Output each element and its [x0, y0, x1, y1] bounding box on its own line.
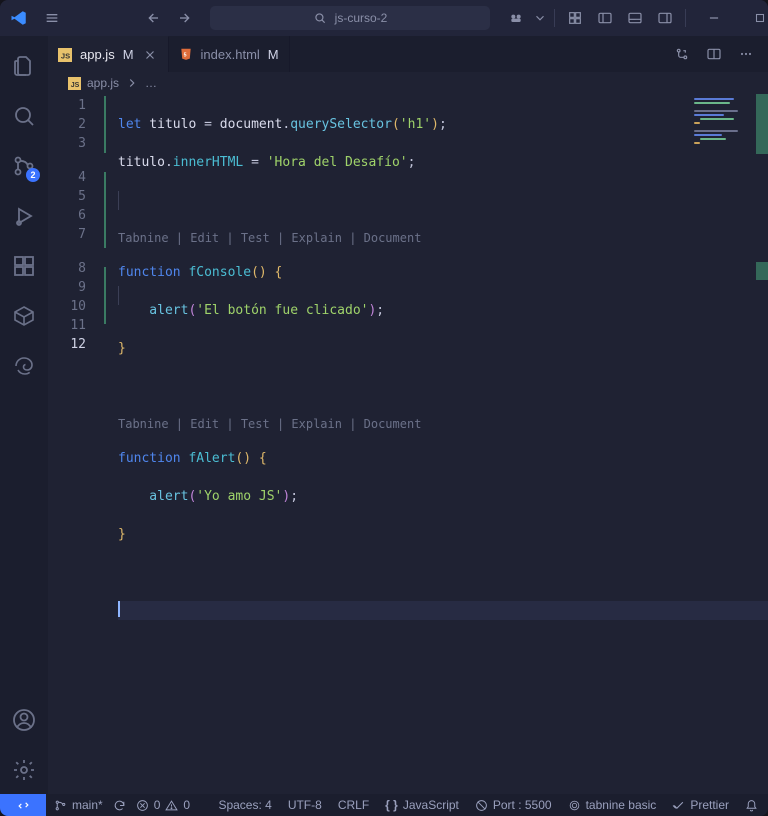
svg-text:5: 5: [183, 52, 186, 58]
html-file-icon: 5: [179, 47, 193, 61]
extensions-icon[interactable]: [0, 242, 48, 290]
activity-bar: 2: [0, 36, 48, 794]
titlebar-right: [502, 0, 768, 36]
search-panel-icon[interactable]: [0, 92, 48, 140]
codelens[interactable]: Tabnine | Edit | Test | Explain | Docume…: [118, 229, 768, 244]
tab-app-js[interactable]: JS app.js M: [48, 36, 169, 72]
tab-label: app.js: [80, 47, 115, 62]
chevron-right-icon: [125, 76, 139, 90]
encoding-status[interactable]: UTF-8: [280, 794, 330, 816]
tab-modified-indicator: M: [268, 47, 279, 62]
branch-name: main*: [72, 798, 103, 812]
account-icon[interactable]: [0, 696, 48, 744]
tab-index-html[interactable]: 5 index.html M: [169, 36, 290, 72]
tab-close-icon[interactable]: [142, 47, 158, 63]
chevron-down-icon[interactable]: [532, 4, 548, 32]
codelens[interactable]: Tabnine | Edit | Test | Explain | Docume…: [118, 415, 768, 430]
window-minimize-button[interactable]: [692, 0, 736, 36]
problems-indicator[interactable]: 0 0: [128, 794, 198, 816]
settings-gear-icon[interactable]: [0, 746, 48, 794]
nav-forward-button[interactable]: [170, 4, 198, 32]
prettier-status[interactable]: Prettier: [664, 794, 737, 816]
code-content[interactable]: let titulo = document.querySelector('h1'…: [104, 94, 768, 794]
svg-text:JS: JS: [71, 81, 80, 88]
source-control-icon[interactable]: 2: [0, 142, 48, 190]
text-cursor: [118, 601, 120, 617]
minimap[interactable]: [689, 96, 754, 236]
split-editor-icon[interactable]: [700, 40, 728, 68]
breadcrumb-file: app.js: [87, 76, 119, 90]
live-server-port[interactable]: Port : 5500: [467, 794, 560, 816]
language-status[interactable]: { }JavaScript: [377, 794, 467, 816]
command-center[interactable]: js-curso-2: [210, 6, 490, 30]
indentation-status[interactable]: Spaces: 4: [210, 794, 279, 816]
panel-bottom-icon[interactable]: [621, 4, 649, 32]
explorer-icon[interactable]: [0, 42, 48, 90]
titlebar-left: [0, 6, 66, 30]
editor[interactable]: 1 2 3 4 5 6 7 8 9 10 11 12: [48, 94, 768, 794]
notifications-icon[interactable]: [737, 794, 768, 816]
separator: [685, 9, 686, 27]
tab-bar: JS app.js M 5 index.html M: [48, 36, 768, 72]
separator: [554, 9, 555, 27]
edge-icon[interactable]: [0, 342, 48, 390]
scm-badge: 2: [26, 168, 40, 182]
js-file-icon: JS: [58, 48, 72, 62]
tabnine-status[interactable]: tabnine basic: [560, 794, 665, 816]
compare-changes-icon[interactable]: [668, 40, 696, 68]
more-actions-icon[interactable]: [732, 40, 760, 68]
eol-status[interactable]: CRLF: [330, 794, 377, 816]
remote-indicator[interactable]: [0, 794, 46, 816]
branch-indicator[interactable]: main*: [46, 794, 111, 816]
status-bar: main* 0 0 Spaces: 4 UTF-8 CRLF { }JavaSc…: [0, 794, 768, 816]
breadcrumb[interactable]: JS app.js …: [48, 72, 768, 94]
line-number-gutter: 1 2 3 4 5 6 7 8 9 10 11 12: [48, 94, 104, 794]
hamburger-menu-icon[interactable]: [38, 6, 66, 30]
main-row: 2: [0, 36, 768, 794]
copilot-icon[interactable]: [502, 4, 530, 32]
cube-icon[interactable]: [0, 292, 48, 340]
panel-right-icon[interactable]: [651, 4, 679, 32]
run-debug-icon[interactable]: [0, 192, 48, 240]
command-center-text: js-curso-2: [335, 11, 388, 25]
editor-scrollbar[interactable]: [756, 94, 768, 794]
tab-modified-indicator: M: [123, 47, 134, 62]
current-line: [118, 601, 768, 620]
nav-back-button[interactable]: [140, 4, 168, 32]
panel-left-icon[interactable]: [591, 4, 619, 32]
svg-text:JS: JS: [61, 51, 70, 60]
vscode-window: js-curso-2: [0, 0, 768, 816]
nav-buttons: [140, 4, 198, 32]
layout-grid-icon[interactable]: [561, 4, 589, 32]
vscode-logo-icon: [10, 9, 28, 27]
title-bar: js-curso-2: [0, 0, 768, 36]
breadcrumb-rest: …: [145, 76, 157, 90]
sync-button[interactable]: [111, 794, 128, 816]
tab-label: index.html: [201, 47, 260, 62]
tab-actions: [668, 36, 768, 72]
js-file-icon: JS: [68, 77, 81, 90]
window-maximize-button[interactable]: [738, 0, 768, 36]
search-icon: [313, 11, 327, 25]
editor-area: JS app.js M 5 index.html M: [48, 36, 768, 794]
